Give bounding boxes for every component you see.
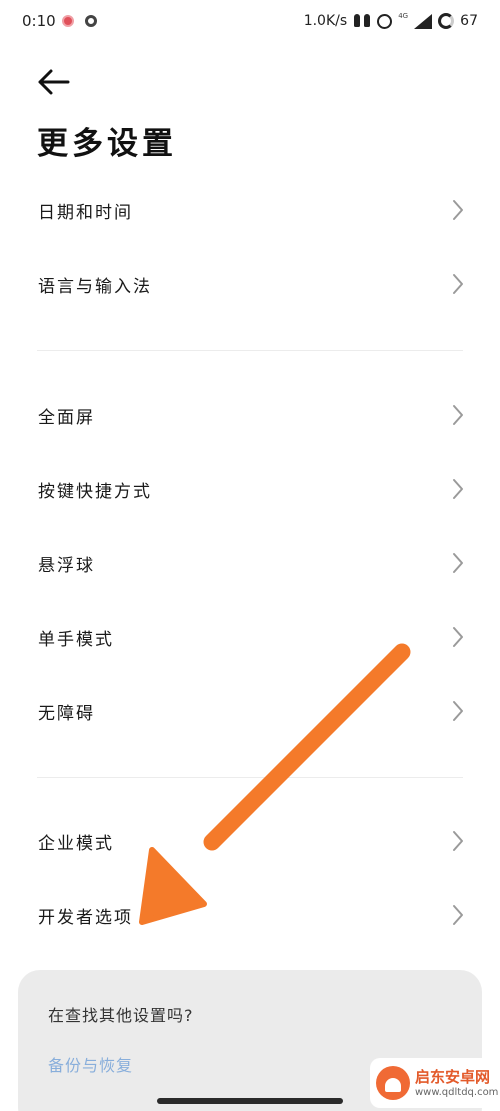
list-item-label: 按键快捷方式 (38, 481, 152, 502)
network-type-label: 4G (398, 12, 409, 20)
list-item-language-input[interactable]: 语言与输入法 (0, 249, 500, 319)
list-item-label: 单手模式 (38, 629, 114, 650)
list-item-developer-options[interactable]: 开发者选项 (0, 880, 500, 950)
notification-red-dot-icon (62, 15, 74, 27)
section-divider (37, 777, 463, 778)
chevron-right-icon (453, 905, 463, 925)
list-item-full-screen[interactable]: 全面屏 (0, 380, 500, 450)
watermark-logo-icon (376, 1066, 410, 1100)
list-item-label: 悬浮球 (38, 555, 95, 576)
alarm-icon (377, 13, 393, 29)
chevron-right-icon (453, 627, 463, 647)
watermark-url: www.qdltdq.com (415, 1086, 499, 1098)
list-item-label: 全面屏 (38, 407, 95, 428)
battery-level: 67 (460, 13, 478, 29)
battery-icon (438, 13, 455, 29)
chevron-right-icon (453, 274, 463, 294)
notification-ring-icon (85, 15, 97, 27)
network-speed: 1.0K/s (303, 13, 348, 29)
list-item-accessibility[interactable]: 无障碍 (0, 676, 500, 746)
list-item-label: 语言与输入法 (38, 276, 152, 297)
list-item-floating-ball[interactable]: 悬浮球 (0, 528, 500, 598)
signal-icon (414, 13, 433, 29)
list-item-label: 企业模式 (38, 833, 114, 854)
watermark-name: 启东安卓网 (415, 1067, 491, 1086)
list-item-label: 无障碍 (38, 703, 95, 724)
chevron-right-icon (453, 405, 463, 425)
status-right-group: 1.0K/s 4G 67 (304, 10, 478, 32)
list-item-button-shortcuts[interactable]: 按键快捷方式 (0, 454, 500, 524)
list-item-one-hand-mode[interactable]: 单手模式 (0, 602, 500, 672)
chevron-right-icon (453, 479, 463, 499)
chevron-right-icon (453, 553, 463, 573)
list-item-label: 日期和时间 (38, 202, 133, 223)
chevron-right-icon (453, 701, 463, 721)
chevron-right-icon (453, 831, 463, 851)
chevron-right-icon (453, 200, 463, 220)
home-indicator[interactable] (157, 1098, 343, 1104)
watermark: 启东安卓网 www.qdltdq.com (370, 1058, 498, 1108)
suggestion-card-title: 在查找其他设置吗? (48, 1006, 194, 1025)
status-bar: 0:10 1.0K/s 4G 67 (0, 0, 500, 44)
section-divider (37, 350, 463, 351)
status-time: 0:10 (22, 12, 56, 30)
earbuds-icon (353, 14, 371, 28)
list-item-label: 开发者选项 (38, 907, 133, 928)
back-arrow-icon[interactable] (36, 64, 76, 100)
list-item-date-time[interactable]: 日期和时间 (0, 175, 500, 245)
list-item-enterprise-mode[interactable]: 企业模式 (0, 806, 500, 876)
page-title: 更多设置 (37, 126, 177, 162)
backup-restore-link[interactable]: 备份与恢复 (48, 1052, 133, 1076)
